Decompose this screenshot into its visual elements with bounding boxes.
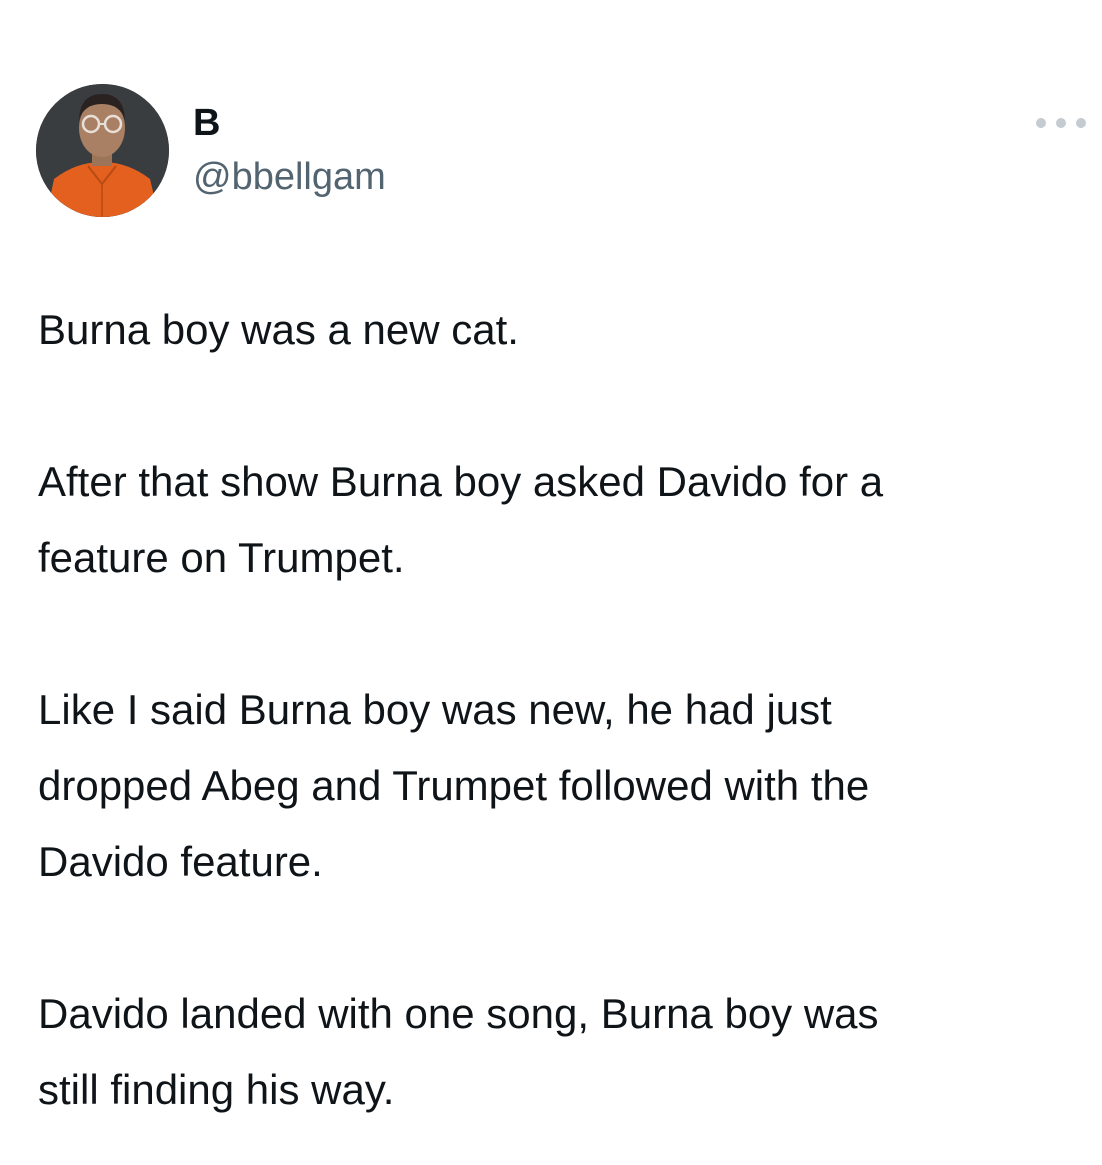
more-dot (1036, 118, 1046, 128)
tweet-paragraph: Davido landed with one song, Burna boy w… (38, 990, 879, 1113)
profile-avatar[interactable] (36, 84, 169, 217)
author-display-name[interactable]: B (193, 100, 220, 146)
more-dot (1056, 118, 1066, 128)
chevron-down-icon[interactable] (46, 0, 66, 6)
tweet-paragraph: Burna boy was a new cat. (38, 306, 519, 353)
tweet-paragraph: Like I said Burna boy was new, he had ju… (38, 686, 870, 885)
author-handle[interactable]: @bbellgam (193, 154, 386, 200)
more-options-icon[interactable] (1036, 110, 1086, 136)
tweet-paragraph: After that show Burna boy asked Davido f… (38, 458, 884, 581)
more-dot (1076, 118, 1086, 128)
tweet-text: Burna boy was a new cat. After that show… (38, 292, 1088, 1128)
